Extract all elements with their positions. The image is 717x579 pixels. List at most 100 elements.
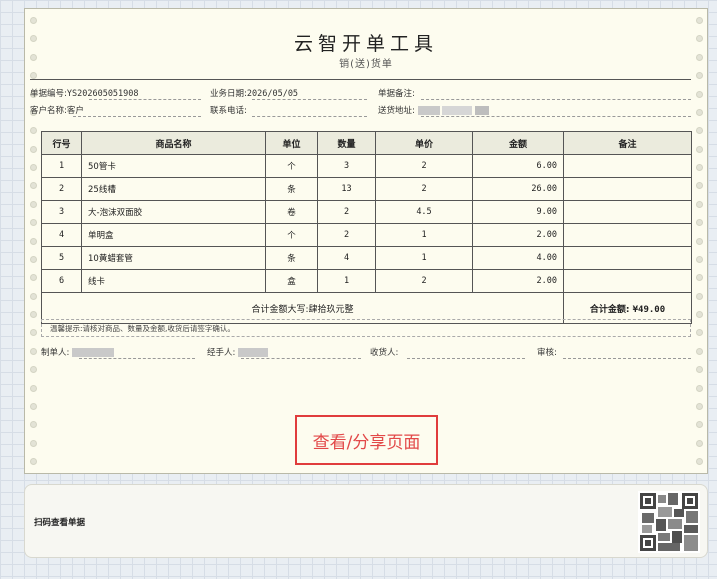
remark-field: 单据备注: [378,87,415,99]
cell-name: 单明盒 [81,223,266,247]
items-table: 行号 商品名称 单位 数量 单价 金额 备注 1 50管卡 个 3 2 6.00… [41,131,692,324]
customer-value: 客户 [66,106,84,116]
address-label: 送货地址: [378,106,415,116]
cell-no: 4 [41,223,82,247]
doc-no-field: 单据编号:YS202605051908 [30,87,139,99]
cell-unit: 条 [265,177,318,201]
cell-no: 2 [41,177,82,201]
cell-note [563,223,692,247]
table-header-row: 行号 商品名称 单位 数量 单价 金额 备注 [41,131,692,155]
table-row: 4 单明盒 个 2 1 2.00 [41,223,692,247]
doc-subtitle: 销(送)货单 [339,59,393,70]
cell-price: 4.5 [375,200,473,224]
phone-label: 联系电话: [210,106,247,116]
remark-underline [421,99,691,100]
col-header-no: 行号 [41,131,82,155]
cell-amount: 2.00 [472,269,564,293]
cell-no: 6 [41,269,82,293]
address-redacted-2 [442,106,473,115]
date-value: 2026/05/05 [246,89,299,99]
cell-amount: 6.00 [472,154,564,178]
receiver-label: 收货人: [370,348,399,358]
cell-price: 1 [375,223,473,247]
col-header-qty: 数量 [317,131,376,155]
footer-card: 扫码查看单据 [24,484,708,558]
remark-label: 单据备注: [378,89,415,99]
perforation-right [694,17,704,465]
cell-no: 1 [41,154,82,178]
col-header-note: 备注 [563,131,692,155]
perforation-left [28,17,38,465]
date-field: 业务日期:2026/05/05 [210,87,298,99]
reviewer-label: 审核: [537,348,557,358]
cell-name: 大-泡沫双面胶 [81,200,266,224]
scan-text: 扫码查看单据 [34,518,86,528]
phone-field: 联系电话: [210,104,247,116]
reviewer-underline [563,358,691,359]
col-header-unit: 单位 [265,131,318,155]
cell-note [563,177,692,201]
reviewer-field: 审核: [537,346,557,358]
maker-underline [79,358,195,359]
cell-name: 10黄蜡套管 [81,246,266,270]
cell-qty: 2 [317,223,376,247]
cell-note [563,269,692,293]
handler-label: 经手人: [207,348,236,358]
cell-price: 1 [375,246,473,270]
cell-name: 50管卡 [81,154,266,178]
handler-field: 经手人: [207,346,269,358]
receiver-field: 收货人: [370,346,398,358]
cell-amount: 26.00 [472,177,564,201]
cell-unit: 个 [265,223,318,247]
doc-no-value: YS202605051908 [66,89,139,99]
doc-no-label: 单据编号: [30,89,67,99]
cell-amount: 9.00 [472,200,564,224]
cell-note [563,154,692,178]
header-rule [30,79,691,80]
cell-amount: 4.00 [472,246,564,270]
cell-amount: 2.00 [472,223,564,247]
address-field: 送货地址: [378,104,489,116]
table-row: 6 线卡 盒 1 2 2.00 [41,269,692,293]
customer-field: 客户名称:客户 [30,104,84,116]
cell-note [563,200,692,224]
cell-name: 线卡 [81,269,266,293]
cell-no: 3 [41,200,82,224]
phone-underline [252,116,367,117]
doc-no-underline [89,99,201,100]
customer-underline [73,116,201,117]
handler-redacted [238,348,269,357]
maker-label: 制单人: [41,348,70,358]
share-page-button[interactable]: 查看/分享页面 [295,415,438,465]
cell-qty: 3 [317,154,376,178]
qr-code-icon[interactable] [638,491,700,553]
table-row: 2 25线槽 条 13 2 26.00 [41,177,692,201]
address-redacted [417,106,440,115]
table-row: 1 50管卡 个 3 2 6.00 [41,154,692,178]
col-header-amount: 金额 [472,131,564,155]
total-label: 合计金额: [589,304,630,315]
col-header-name: 商品名称 [81,131,266,155]
table-row: 3 大-泡沫双面胶 卷 2 4.5 9.00 [41,200,692,224]
notice-box: 温馨提示:请核对商品、数量及金额,收货后请签字确认。 [41,319,691,337]
table-row: 5 10黄蜡套管 条 4 1 4.00 [41,246,692,270]
cell-name: 25线槽 [81,177,266,201]
customer-label: 客户名称: [30,106,67,116]
cell-unit: 条 [265,246,318,270]
cell-price: 2 [375,269,473,293]
maker-field: 制单人: [41,346,115,358]
cell-qty: 1 [317,269,376,293]
col-header-price: 单价 [375,131,473,155]
cell-qty: 4 [317,246,376,270]
address-redacted-3 [474,106,489,115]
cell-qty: 2 [317,200,376,224]
receiver-underline [407,358,525,359]
date-underline [252,99,367,100]
cell-unit: 盒 [265,269,318,293]
cell-price: 2 [375,154,473,178]
doc-title: 云智开单工具 [293,33,438,55]
cell-price: 2 [375,177,473,201]
address-underline [421,116,691,117]
cell-unit: 个 [265,154,318,178]
cell-no: 5 [41,246,82,270]
